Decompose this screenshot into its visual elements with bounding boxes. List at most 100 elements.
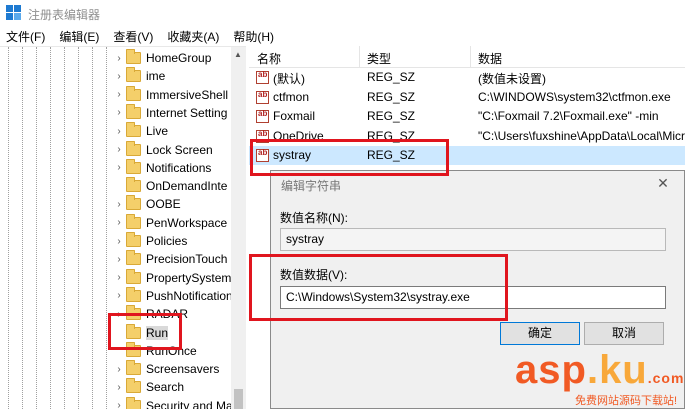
- column-header-type[interactable]: 类型: [367, 50, 391, 67]
- chevron-right-icon[interactable]: ›: [112, 364, 126, 375]
- folder-icon: [126, 250, 141, 266]
- watermark-brand-c: .com: [647, 370, 685, 386]
- title-bar: 注册表编辑器: [0, 0, 685, 26]
- highlight-data-box: [249, 254, 508, 321]
- folder-icon: [126, 396, 141, 409]
- tree-item[interactable]: › Internet Setting: [112, 103, 228, 122]
- folder-icon: [126, 49, 141, 64]
- folder-icon: [126, 378, 141, 394]
- menu-bar: 文件(F) 编辑(E) 查看(V) 收藏夹(A) 帮助(H): [0, 26, 685, 46]
- value-name-label: 数值名称(N):: [280, 211, 348, 225]
- tree-item[interactable]: › Search: [112, 378, 184, 396]
- column-header-name[interactable]: 名称: [257, 50, 281, 67]
- tree-item[interactable]: › Live: [112, 122, 168, 140]
- folder-icon: [126, 103, 141, 119]
- tree-item[interactable]: › ImmersiveShell: [112, 85, 228, 104]
- chevron-right-icon[interactable]: ›: [112, 382, 126, 393]
- tree-item-label: Notifications: [146, 160, 212, 175]
- tree-item-label: Internet Setting: [146, 105, 228, 120]
- menu-view[interactable]: 查看(V): [113, 28, 153, 45]
- tree-item[interactable]: › Security and Ma: [112, 396, 233, 409]
- tree-item[interactable]: › PenWorkspace: [112, 213, 228, 232]
- chevron-right-icon[interactable]: ›: [112, 89, 126, 100]
- tree-item[interactable]: › Lock Screen: [112, 140, 213, 159]
- value-name-field: systray: [280, 228, 666, 251]
- scroll-up-icon[interactable]: ▲: [234, 50, 242, 59]
- tree-item[interactable]: OnDemandInte: [112, 177, 227, 195]
- tree-item-label: OOBE: [146, 197, 181, 212]
- folder-icon: [126, 213, 141, 229]
- watermark-tagline: 免费网站源码下载站!: [575, 395, 678, 407]
- tree-item-label: Security and Ma: [146, 398, 233, 409]
- chevron-right-icon[interactable]: ›: [112, 53, 126, 64]
- watermark-brand-b: ku: [599, 348, 648, 392]
- chevron-right-icon[interactable]: ›: [112, 144, 126, 155]
- tree-item[interactable]: › HomeGroup: [112, 49, 211, 67]
- chevron-right-icon[interactable]: ›: [112, 272, 126, 283]
- tree-item-label: PushNotification: [146, 288, 233, 303]
- list-row[interactable]: (默认) REG_SZ (数值未设置): [249, 68, 685, 87]
- ok-button[interactable]: 确定: [500, 322, 580, 345]
- chevron-right-icon[interactable]: ›: [112, 71, 126, 82]
- tree-item[interactable]: › PushNotification: [112, 286, 233, 305]
- list-row[interactable]: ctfmon REG_SZ C:\WINDOWS\system32\ctfmon.e…: [249, 88, 685, 107]
- tree-item-label: Lock Screen: [146, 142, 213, 157]
- chevron-right-icon[interactable]: ›: [112, 254, 126, 265]
- tree-item-label: OnDemandInte: [146, 179, 228, 194]
- string-value-icon: [256, 90, 269, 104]
- string-value-icon: [256, 70, 269, 84]
- menu-favorites[interactable]: 收藏夹(A): [167, 28, 219, 45]
- list-row[interactable]: Foxmail REG_SZ "C:\Foxmail 7.2\Foxmail.exe…: [249, 107, 685, 126]
- tree-item[interactable]: › PropertySystem: [112, 268, 231, 287]
- registry-tree[interactable]: › HomeGroup › ime › ImmersiveShell › Internet S…: [0, 46, 246, 409]
- folder-icon: [126, 67, 141, 83]
- chevron-right-icon[interactable]: ›: [112, 199, 126, 210]
- dialog-title: 编辑字符串: [281, 179, 342, 193]
- value-name: Foxmail: [273, 109, 316, 123]
- chevron-right-icon[interactable]: ›: [112, 126, 126, 137]
- value-name: (默认): [273, 72, 305, 86]
- value-type: REG_SZ: [367, 70, 416, 84]
- value-data: C:\WINDOWS\system32\ctfmon.exe: [478, 89, 671, 104]
- chevron-right-icon[interactable]: ›: [112, 290, 126, 301]
- chevron-right-icon[interactable]: ›: [112, 217, 126, 228]
- list-header: 名称 类型 数据: [249, 46, 685, 68]
- folder-icon: [126, 85, 141, 101]
- tree-item[interactable]: › PrecisionTouch: [112, 250, 227, 268]
- tree-item[interactable]: › Policies: [112, 232, 187, 250]
- menu-help[interactable]: 帮助(H): [233, 28, 274, 45]
- tree-item-label: Screensavers: [146, 362, 220, 377]
- tree-item-label: ime: [146, 69, 166, 84]
- value-name: ctfmon: [273, 89, 310, 104]
- column-header-data[interactable]: 数据: [478, 50, 502, 67]
- tree-item[interactable]: › OOBE: [112, 195, 181, 213]
- folder-icon: [126, 177, 141, 193]
- watermark-logo: asp.ku.com 免费网站源码下载站!: [515, 350, 685, 409]
- regedit-app-icon: [6, 5, 22, 21]
- tree-item[interactable]: › ime: [112, 67, 165, 85]
- menu-file[interactable]: 文件(F): [6, 28, 45, 45]
- cancel-button[interactable]: 取消: [584, 322, 664, 345]
- menu-edit[interactable]: 编辑(E): [59, 28, 99, 45]
- chevron-right-icon[interactable]: ›: [112, 236, 126, 247]
- scrollbar-thumb[interactable]: [234, 389, 243, 409]
- tree-item[interactable]: › Notifications: [112, 158, 212, 177]
- folder-icon: [126, 158, 141, 174]
- folder-icon: [126, 195, 141, 211]
- tree-item-label: Live: [146, 124, 169, 139]
- tree-item-label: PenWorkspace: [146, 215, 228, 230]
- close-icon[interactable]: ✕: [653, 173, 673, 193]
- tree-scrollbar[interactable]: ▲: [231, 47, 246, 409]
- highlight-run-box: [108, 313, 182, 350]
- tree-item-label: Policies: [146, 234, 188, 248]
- chevron-right-icon[interactable]: ›: [112, 107, 126, 118]
- tree-item-label: HomeGroup: [146, 51, 212, 65]
- folder-icon: [126, 268, 141, 284]
- tree-item[interactable]: › Screensavers: [112, 360, 219, 378]
- chevron-right-icon[interactable]: ›: [112, 162, 126, 173]
- tree-item-label: PrecisionTouch: [146, 252, 228, 267]
- window-title: 注册表编辑器: [28, 8, 101, 22]
- chevron-right-icon[interactable]: ›: [112, 400, 126, 409]
- watermark-brand-dot: .: [586, 348, 600, 392]
- string-value-icon: [256, 109, 269, 123]
